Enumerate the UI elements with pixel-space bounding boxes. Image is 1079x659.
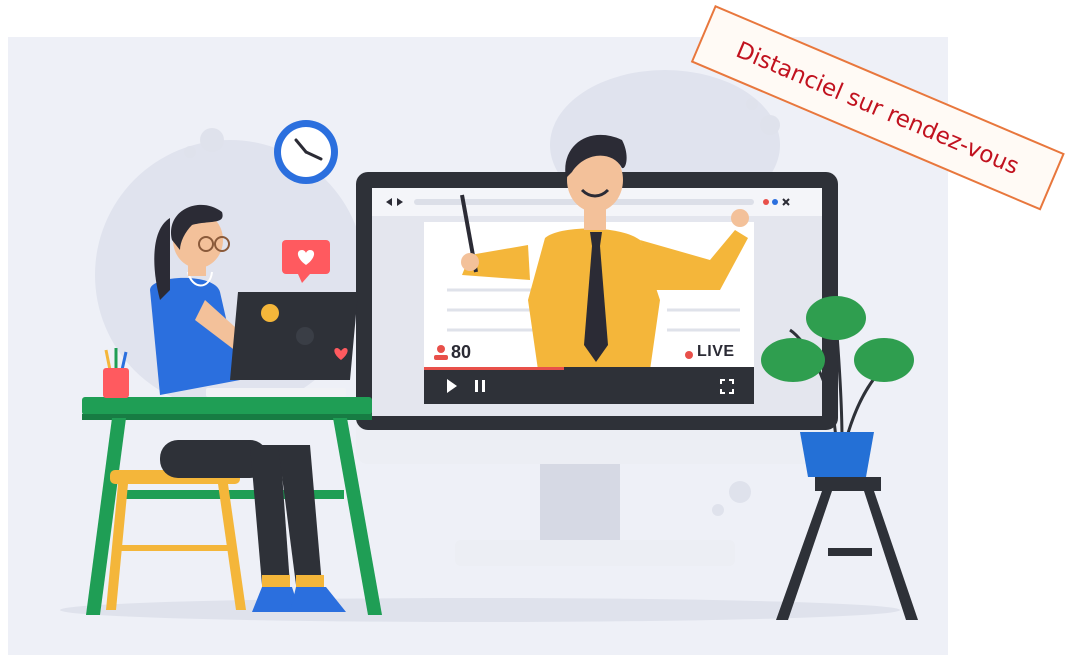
pencil-cup	[103, 348, 129, 398]
bubble	[200, 128, 224, 152]
clock-icon	[274, 120, 338, 184]
bubble	[760, 115, 780, 135]
bubble	[712, 504, 724, 516]
floor-shadow	[60, 598, 900, 622]
viewer-count: 80	[451, 342, 472, 362]
bubble	[746, 98, 758, 110]
live-dot-icon	[685, 351, 693, 359]
bubble	[184, 146, 196, 158]
live-badge: LIVE	[697, 343, 735, 360]
bubble	[729, 481, 751, 503]
